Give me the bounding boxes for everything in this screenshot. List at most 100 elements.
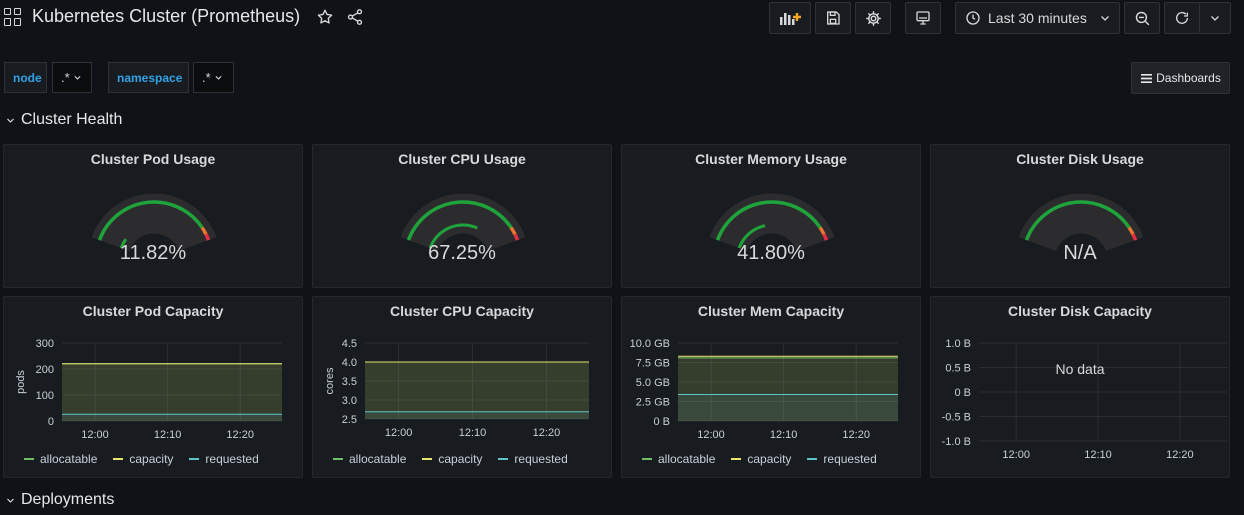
y-tick-label: 10.0 GB: [630, 338, 670, 350]
legend-item-capacity[interactable]: capacity: [113, 452, 173, 466]
gauge-panel[interactable]: Cluster Disk Usage N/A: [930, 144, 1230, 288]
dashboard-grid-icon[interactable]: [4, 7, 22, 26]
add-panel-icon: [780, 13, 801, 25]
x-tick-label: 12:10: [154, 429, 182, 441]
y-tick-label: 7.5 GB: [636, 358, 670, 370]
legend-label: capacity: [438, 452, 483, 466]
legend-label: capacity: [129, 452, 174, 466]
gauge-panel[interactable]: Cluster Pod Usage 11.82%: [3, 144, 303, 288]
series-area-capacity: [62, 363, 282, 421]
y-tick-label: 3.0: [342, 395, 357, 407]
y-tick-label: 100: [36, 390, 54, 402]
y-tick-label: 2.5 GB: [636, 397, 670, 409]
refresh-icon: [1176, 11, 1188, 24]
legend-item-requested[interactable]: requested: [498, 452, 568, 466]
add-panel-button[interactable]: [769, 2, 811, 34]
share-icon[interactable]: [346, 8, 364, 26]
row-title-deployments: Deployments: [21, 491, 115, 508]
legend-swatch: [113, 458, 124, 460]
gear-icon: [865, 10, 881, 26]
series-area-requested: [62, 414, 282, 421]
gauge-value: 67.25%: [428, 242, 496, 264]
legend-label: requested: [205, 452, 259, 466]
gauge-chart: [1018, 193, 1144, 252]
y-tick-label: 0: [48, 416, 54, 428]
x-tick-label: 12:00: [697, 429, 725, 441]
series-area-capacity: [365, 362, 589, 419]
legend-item-allocatable[interactable]: allocatable: [333, 452, 406, 466]
gauge-track: [1018, 193, 1144, 252]
y-tick-label: 2.5: [342, 414, 357, 426]
row-deployments[interactable]: Deployments: [6, 491, 114, 509]
legend-swatch: [498, 458, 509, 460]
var-select-namespace[interactable]: .*: [193, 62, 234, 93]
var-label-node: node: [4, 62, 47, 93]
y-tick-label: 3.5: [342, 376, 357, 388]
series-area-requested: [678, 394, 898, 421]
dashboards-button[interactable]: Dashboards: [1131, 62, 1230, 94]
legend-item-capacity[interactable]: capacity: [731, 452, 791, 466]
gauge-value: 11.82%: [119, 242, 187, 264]
legend-swatch: [333, 458, 343, 460]
y-tick-label: 200: [36, 364, 54, 376]
y-tick-label: 1.0 B: [945, 338, 971, 350]
x-tick-label: 12:20: [1166, 449, 1194, 461]
zoom-out-icon: [1135, 11, 1149, 25]
legend-label: requested: [514, 452, 568, 466]
x-tick-label: 12:00: [385, 427, 413, 439]
legend-item-allocatable[interactable]: allocatable: [24, 452, 97, 466]
gauge-panel[interactable]: Cluster CPU Usage 67.25%: [312, 144, 612, 288]
settings-button[interactable]: [855, 2, 891, 34]
var-select-node[interactable]: .*: [52, 62, 92, 93]
legend-label: allocatable: [349, 452, 407, 466]
clock-icon: [966, 11, 980, 25]
graph-legend: allocatable capacity requested: [333, 452, 568, 466]
refresh-button[interactable]: [1164, 2, 1200, 34]
save-icon: [827, 11, 840, 25]
graph-panel[interactable]: Cluster Disk Capacity -1.0 B -0.5 B0 B 0.5 …: [930, 296, 1230, 478]
chevron-down-icon: [215, 75, 222, 80]
star-icon[interactable]: [316, 8, 334, 26]
legend-item-requested[interactable]: requested: [189, 452, 259, 466]
title-area: Kubernetes Cluster (Prometheus): [4, 6, 364, 27]
y-tick-label: 5.0 GB: [636, 377, 670, 389]
row-cluster-health[interactable]: Cluster Health: [6, 111, 122, 129]
gauge-panel[interactable]: Cluster Memory Usage 41.80%: [621, 144, 921, 288]
legend-label: capacity: [747, 452, 792, 466]
legend-label: allocatable: [658, 452, 716, 466]
save-dashboard-button[interactable]: [815, 2, 851, 34]
graph-panel[interactable]: Cluster Mem Capacity 0 B 2.5 GB 5.0 GB 7.5 G…: [621, 296, 921, 478]
chevron-down-icon: [7, 118, 14, 123]
legend-swatch: [807, 458, 818, 460]
y-tick-label: 4.5: [342, 338, 357, 350]
y-tick-label: 300: [36, 338, 54, 350]
legend-label: requested: [823, 452, 877, 466]
legend-item-requested[interactable]: requested: [807, 452, 877, 466]
graph-panel[interactable]: Cluster CPU Capacity 2.5 3.0 3.5 4.0 4.5 12:00…: [312, 296, 612, 478]
legend-swatch: [24, 458, 34, 460]
chevron-down-icon: [7, 498, 14, 503]
chevron-down-icon: [1211, 16, 1219, 21]
dashboard-title[interactable]: Kubernetes Cluster (Prometheus): [32, 6, 300, 27]
legend-swatch: [189, 458, 200, 460]
var-value-node: .*: [61, 70, 70, 85]
legend-item-capacity[interactable]: capacity: [422, 452, 482, 466]
tv-mode-button[interactable]: [905, 2, 941, 34]
x-tick-label: 12:00: [81, 429, 109, 441]
graph-panel[interactable]: Cluster Pod Capacity 0 100 200 300 12:00 12:10…: [3, 296, 303, 478]
x-tick-label: 12:00: [1002, 449, 1030, 461]
gauge-chart: [91, 193, 217, 252]
x-tick-label: 12:20: [533, 427, 561, 439]
row-title-cluster-health: Cluster Health: [21, 111, 123, 128]
legend-item-allocatable[interactable]: allocatable: [642, 452, 715, 466]
time-range-label: Last 30 minutes: [988, 10, 1087, 26]
zoom-out-button[interactable]: [1124, 2, 1160, 34]
refresh-interval-dropdown[interactable]: [1199, 2, 1231, 34]
x-tick-label: 12:10: [1084, 449, 1112, 461]
y-tick-label: -1.0 B: [942, 436, 971, 448]
y-axis-label: cores: [324, 367, 336, 394]
dashboards-label: Dashboards: [1156, 71, 1221, 85]
time-range-picker[interactable]: Last 30 minutes: [955, 2, 1120, 34]
gauge-track: [709, 193, 835, 252]
legend-swatch: [731, 458, 742, 460]
